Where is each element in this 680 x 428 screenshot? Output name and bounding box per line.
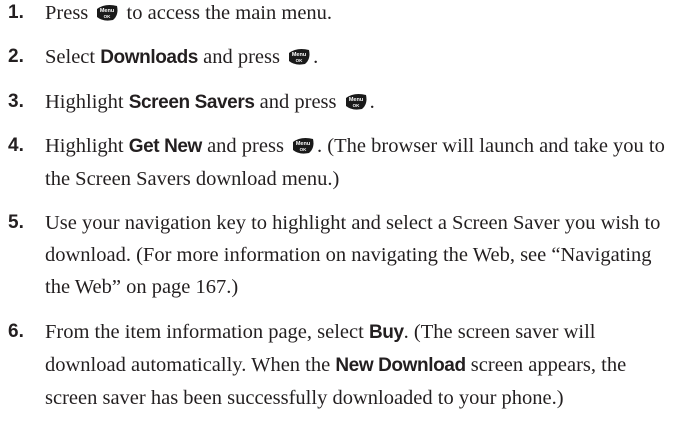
svg-text:OK: OK — [104, 14, 112, 19]
instruction-steps: 1. Press Menu OK to access the main menu.… — [0, 0, 680, 428]
step-text: Select Downloads and press Menu OK. — [45, 46, 319, 68]
step-text: From the item information page, select B… — [45, 321, 627, 409]
menu-ok-key-icon: Menu OK — [344, 92, 368, 111]
step-text: Use your navigation key to highlight and… — [45, 212, 661, 298]
screen-name-label: New Download — [335, 355, 466, 376]
step-number: 6. — [8, 321, 24, 342]
step-number: 5. — [8, 212, 24, 233]
step-number: 3. — [8, 91, 24, 112]
step-number: 4. — [8, 135, 24, 156]
menu-item-label: Buy — [368, 322, 404, 343]
step-text: Highlight Screen Savers and press Menu OK… — [45, 91, 375, 113]
menu-item-label: Get New — [128, 136, 203, 157]
svg-text:OK: OK — [300, 147, 308, 152]
menu-ok-key-icon: Menu OK — [287, 47, 311, 66]
step-number: 1. — [8, 2, 24, 23]
step-text: Press Menu OK to access the main menu. — [45, 2, 333, 24]
step-text: Highlight Get New and press Menu OK. (The… — [45, 135, 665, 190]
menu-ok-key-icon: Menu OK — [95, 3, 119, 22]
menu-ok-key-icon: Menu OK — [291, 136, 315, 155]
menu-item-label: Screen Savers — [128, 92, 255, 113]
step-number: 2. — [8, 46, 24, 67]
svg-text:OK: OK — [352, 103, 360, 108]
menu-item-label: Downloads — [100, 47, 198, 68]
svg-text:OK: OK — [296, 58, 304, 63]
